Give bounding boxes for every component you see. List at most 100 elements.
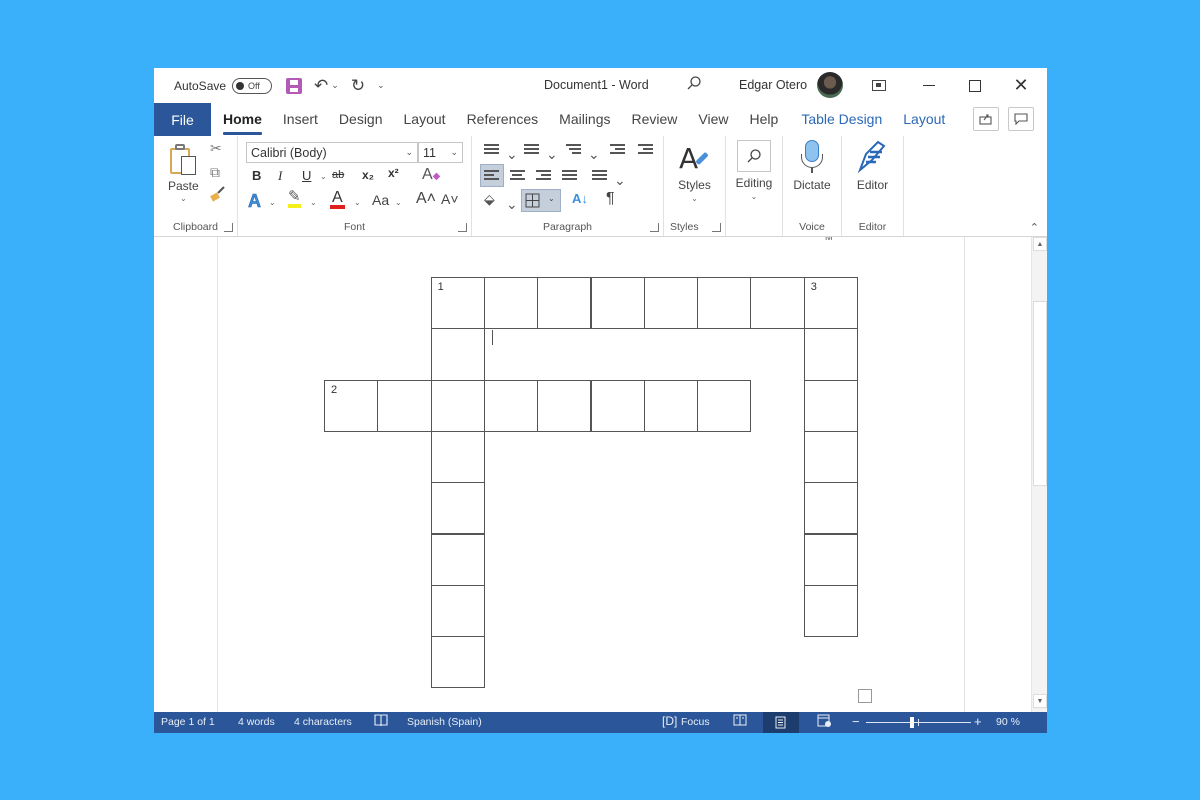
paste-button[interactable]: Paste	[168, 179, 199, 193]
highlight-dropdown-icon[interactable]: ⌄	[310, 198, 317, 207]
tab-table-layout[interactable]: Layout	[903, 111, 945, 129]
copy-icon[interactable]: ⧉	[210, 164, 220, 181]
dictate-button[interactable]: Dictate	[783, 178, 841, 192]
styles-launcher-icon[interactable]	[712, 223, 721, 232]
shading-button[interactable]: ⬙	[484, 191, 495, 208]
strikethrough-button[interactable]: ab	[332, 169, 344, 181]
numbering-dropdown-icon[interactable]: ⌄	[546, 146, 558, 163]
ribbon-display-options-button[interactable]	[856, 68, 902, 103]
page-count[interactable]: Page 1 of 1	[161, 716, 215, 728]
crossword-cell[interactable]	[377, 379, 432, 432]
decrease-indent-button[interactable]	[610, 144, 625, 156]
crossword-cell[interactable]	[483, 379, 539, 432]
font-color-dropdown-icon[interactable]: ⌄	[354, 198, 361, 207]
crossword-cell[interactable]	[590, 277, 645, 330]
crossword-cell[interactable]	[643, 277, 699, 330]
editor-button[interactable]: Editor	[842, 178, 903, 192]
tab-references[interactable]: References	[467, 111, 539, 129]
undo-icon[interactable]: ↶	[314, 76, 328, 96]
crossword-cell[interactable]: 2	[324, 379, 379, 432]
scroll-down-arrow-icon[interactable]: ▼	[1033, 694, 1047, 708]
tab-table-design[interactable]: Table Design	[801, 111, 882, 129]
crossword-cell[interactable]	[803, 584, 858, 638]
focus-button[interactable]: Focus	[681, 716, 710, 728]
document-canvas[interactable]: IVI 132	[154, 237, 1031, 712]
justify-button[interactable]	[562, 170, 577, 182]
zoom-out-button[interactable]: −	[852, 714, 860, 729]
crossword-cell[interactable]	[803, 482, 858, 535]
align-center-button[interactable]	[510, 170, 525, 182]
save-icon[interactable]	[286, 77, 303, 94]
paste-dropdown-icon[interactable]: ⌄	[180, 194, 187, 203]
paragraph-launcher-icon[interactable]	[650, 223, 659, 232]
tab-home[interactable]: Home	[223, 111, 262, 135]
crossword-cell[interactable]: 3	[803, 277, 858, 330]
shrink-font-button[interactable]: A˅	[441, 191, 459, 207]
autosave-toggle[interactable]: Off	[232, 77, 273, 94]
bullets-dropdown-icon[interactable]: ⌄	[506, 146, 518, 163]
format-painter-icon[interactable]	[210, 186, 226, 205]
zoom-in-button[interactable]: +	[974, 714, 982, 729]
read-mode-icon[interactable]	[733, 714, 747, 729]
minimize-button[interactable]	[906, 68, 952, 103]
character-count[interactable]: 4 characters	[294, 716, 352, 728]
bullets-button[interactable]	[484, 144, 499, 156]
user-name[interactable]: Edgar Otero	[739, 78, 807, 92]
underline-button[interactable]: U	[302, 168, 311, 183]
share-button[interactable]	[973, 107, 999, 131]
paste-icon[interactable]	[170, 144, 200, 176]
crossword-cell[interactable]	[430, 430, 485, 484]
proofing-book-icon[interactable]	[374, 714, 388, 730]
crossword-cell[interactable]: 1	[430, 277, 485, 330]
redo-icon[interactable]: ↻	[351, 76, 365, 96]
tab-help[interactable]: Help	[750, 111, 779, 129]
scroll-up-arrow-icon[interactable]: ▲	[1033, 237, 1047, 251]
crossword-cell[interactable]	[803, 328, 858, 381]
close-button[interactable]: ✕	[998, 68, 1044, 103]
crossword-cell[interactable]	[430, 636, 485, 689]
zoom-slider-thumb[interactable]	[910, 717, 915, 728]
crossword-cell[interactable]	[430, 328, 485, 381]
tab-mailings[interactable]: Mailings	[559, 111, 610, 129]
crossword-cell[interactable]	[803, 379, 858, 432]
styles-dropdown-icon[interactable]: ⌄	[664, 194, 725, 203]
tab-layout[interactable]: Layout	[404, 111, 446, 129]
crossword-cell[interactable]	[430, 482, 485, 535]
numbering-button[interactable]	[524, 144, 539, 156]
comments-button[interactable]	[1008, 107, 1034, 131]
show-formatting-button[interactable]: ¶	[606, 190, 615, 208]
tab-file[interactable]: File	[154, 103, 211, 136]
superscript-button[interactable]: x²	[388, 166, 399, 180]
text-effects-button[interactable]: A	[248, 191, 262, 212]
multilevel-dropdown-icon[interactable]: ⌄	[588, 146, 600, 163]
sort-button[interactable]: A↓	[572, 191, 588, 206]
search-icon[interactable]	[686, 75, 702, 96]
bold-button[interactable]: B	[252, 168, 261, 183]
print-layout-button[interactable]	[763, 712, 799, 733]
line-spacing-dropdown-icon[interactable]: ⌄	[614, 172, 626, 189]
clear-formatting-button[interactable]: A◆	[422, 166, 440, 184]
font-color-button[interactable]: A	[330, 190, 345, 209]
grow-font-button[interactable]: A˄	[416, 190, 436, 208]
styles-button[interactable]: Styles	[664, 178, 725, 192]
crossword-cell[interactable]	[537, 277, 592, 330]
maximize-button[interactable]	[952, 68, 998, 103]
tab-design[interactable]: Design	[339, 111, 383, 129]
crossword-cell[interactable]	[697, 379, 752, 432]
borders-dropdown-icon[interactable]: ⌄	[548, 194, 555, 203]
web-layout-icon[interactable]	[817, 714, 831, 730]
font-size-select[interactable]: 11 ⌄	[418, 142, 463, 163]
font-name-select[interactable]: Calibri (Body) ⌄	[246, 142, 418, 163]
tab-view[interactable]: View	[698, 111, 728, 129]
table-resize-handle[interactable]	[858, 689, 872, 703]
collapse-ribbon-icon[interactable]: ⌃	[1030, 221, 1039, 234]
crossword-cell[interactable]	[697, 277, 752, 330]
vertical-scrollbar[interactable]: ▲ ▼	[1031, 237, 1047, 712]
italic-button[interactable]: I	[278, 168, 282, 184]
styles-icon[interactable]: A	[679, 142, 698, 175]
highlight-button[interactable]: ✎	[288, 189, 301, 208]
crossword-cell[interactable]	[483, 277, 539, 330]
crossword-cell[interactable]	[750, 277, 805, 330]
shading-dropdown-icon[interactable]: ⌄	[506, 196, 518, 213]
crossword-cell[interactable]	[803, 533, 858, 586]
